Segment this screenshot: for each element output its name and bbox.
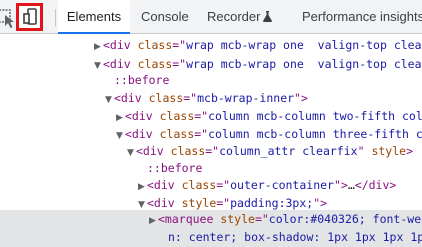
tag-name: ">	[313, 196, 328, 210]
tag-name: "	[357, 144, 372, 158]
attribute-name: class	[170, 144, 206, 158]
tag-name: <div	[147, 196, 182, 210]
tab-label: Recorder	[207, 9, 261, 24]
pseudo-element: ::before	[114, 73, 170, 87]
tag-name: ="	[194, 109, 209, 123]
tag-name: ="	[183, 91, 198, 105]
attribute-name: style	[220, 212, 255, 226]
dom-node[interactable]: ▶<marquee style="color:#040326; font-wei…	[0, 210, 422, 229]
tag-name: </div>	[354, 178, 397, 192]
dom-node[interactable]: n: center; box-shadow: 1px 1px 1px 1px #…	[0, 228, 422, 247]
toolbar-divider	[55, 9, 56, 26]
attribute-value: column mcb-column two-fifth column_image	[208, 109, 422, 123]
tag-name: <div	[114, 91, 149, 105]
attribute-name: class	[159, 109, 195, 123]
attribute-value: outer-container	[230, 178, 334, 192]
attribute-value: n: center; box-shadow: 1px 1px 1px 1px #…	[168, 230, 422, 244]
dom-tree: ▶ <div class="wrap mcb-wrap one valign-to…	[0, 34, 422, 247]
attribute-value: column mcb-column three-fifth column_att…	[208, 127, 422, 141]
dom-node[interactable]: ▶ <div class="wrap mcb-wrap one valign-to…	[0, 36, 422, 55]
tab-label: Elements	[66, 9, 122, 24]
attribute-name: class	[148, 91, 184, 105]
tag-name: ="	[194, 127, 209, 141]
tag-name: <div	[125, 127, 160, 141]
attribute-value: color:#040326; font-weight: bold; text-a…	[268, 212, 422, 226]
tag-name: <div	[103, 38, 138, 52]
attribute-name: style	[371, 144, 407, 158]
tag-name: ">	[333, 178, 348, 192]
tag-name: <div	[136, 144, 171, 158]
tag-name: ="	[172, 38, 187, 52]
tag-name: ="	[216, 196, 231, 210]
device-toolbar-button[interactable]	[16, 3, 43, 31]
attribute-value: column_attr clearfix	[219, 144, 358, 158]
tag-name: ="	[205, 144, 220, 158]
tab-recorder[interactable]: Recorder	[207, 0, 273, 35]
dom-node[interactable]: ▼ <div class="mcb-wrap-inner">	[0, 89, 422, 108]
node-text: …	[347, 178, 355, 192]
tag-name: <div	[147, 178, 182, 192]
device-toolbar-icon	[23, 8, 37, 25]
attribute-name: class	[137, 57, 173, 71]
dom-node[interactable]: ▶ <div class="outer-container">…</div>	[0, 176, 422, 195]
tag-name: ="	[172, 57, 187, 71]
attribute-value: padding:3px;	[230, 196, 314, 210]
devtools-toolbar: Elements Console Recorder Performance in…	[0, 0, 422, 34]
attribute-name: class	[181, 178, 217, 192]
tab-elements[interactable]: Elements	[58, 0, 130, 34]
dom-node[interactable]: ▶ <div class="column mcb-column two-fifth…	[0, 107, 422, 126]
flask-icon	[263, 1, 273, 35]
pseudo-element: ::before	[147, 161, 203, 175]
tab-performance-insights[interactable]: Performance insights	[302, 0, 422, 34]
tag-name: <marquee	[158, 212, 221, 226]
tag-name: <div	[125, 109, 160, 123]
tab-label: Performance insights	[302, 9, 422, 24]
tag-name: ">	[294, 91, 308, 105]
attribute-value: wrap mcb-wrap one valign-top clearfix	[186, 38, 422, 52]
attribute-name: style	[181, 196, 217, 210]
attribute-name: class	[137, 38, 173, 52]
tag-name: ="	[254, 212, 269, 226]
attribute-value: wrap mcb-wrap one valign-top clearfix	[186, 57, 422, 71]
tab-label: Console	[141, 9, 189, 24]
attribute-value: mcb-wrap-inner	[197, 91, 295, 105]
dom-node[interactable]: ::before	[0, 71, 422, 90]
tag-name: >	[406, 144, 414, 158]
tag-name: <div	[103, 57, 138, 71]
tag-name: ="	[216, 178, 231, 192]
tab-console[interactable]: Console	[141, 0, 189, 34]
attribute-name: class	[159, 127, 195, 141]
